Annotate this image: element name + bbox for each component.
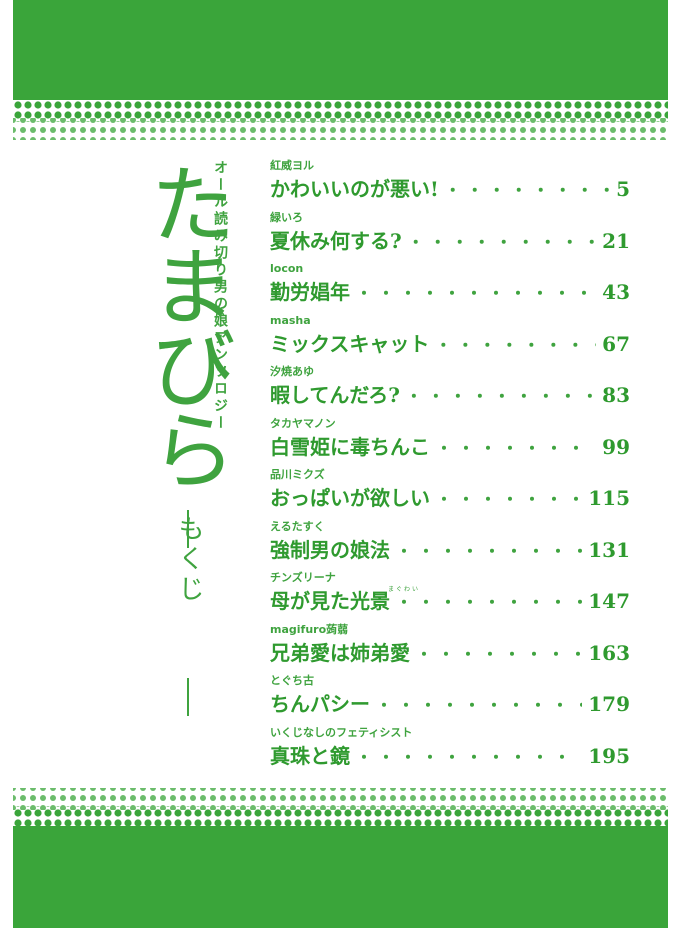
toc-title: 夏休み何する?	[270, 228, 402, 253]
toc-title: 勤労娼年	[270, 280, 350, 304]
dot-leader: ・・・・・・・・・・・・・・・	[405, 387, 596, 406]
table-of-contents: 紅威ヨル かわいいのが悪い! ・・・・・・・・・・・・・・・ 5 緑いろ 夏休み何す…	[270, 158, 630, 776]
divider-bottom	[187, 678, 189, 716]
toc-title: 強制男の娘法	[270, 537, 390, 562]
toc-ruby: まぐわい	[388, 586, 421, 593]
toc-entry[interactable]: 品川ミクズ おっぱいが欲しい・・・・・・・・・・・・・・・ 115	[270, 467, 630, 519]
toc-entry[interactable]: 緑いろ 夏休み何する?・・・・・・・・・・・・・・・ 21	[270, 210, 630, 262]
toc-page-number: 131	[588, 537, 630, 562]
dot-leader: ・・・・・・・・・・・・・・・	[436, 490, 583, 509]
toc-author: タカヤマノン	[270, 416, 336, 430]
toc-author: locon	[270, 262, 304, 275]
toc-author: いくじなしのフェティシスト	[270, 725, 413, 739]
toc-page-number: 99	[602, 434, 630, 459]
toc-entry[interactable]: タカヤマノン 白雪姫に毒ちんこ・・・・・・・・・・・・・・・ 99	[270, 416, 630, 468]
toc-page-number: 163	[588, 640, 630, 665]
dot-leader: ・・・・・・・・・・・・・・・	[376, 696, 582, 715]
toc-title: 白雪姫に毒ちんこ	[270, 434, 430, 459]
dot-leader: ・・・・・・・・・・・・・・・	[396, 541, 582, 561]
toc-entry[interactable]: えるたすく 強制男の娘法・・・・・・・・・・・・・・・ 131	[270, 519, 630, 571]
bottom-green-band	[13, 826, 668, 928]
toc-page-number: 179	[588, 692, 630, 716]
toc-author: magifuro蒟蒻	[270, 622, 349, 636]
toc-title: ちんパシー	[270, 692, 370, 716]
dot-leader: ・・・・・・・・・・・・・・・	[407, 232, 596, 252]
toc-title: 暇してんだろ?	[270, 383, 400, 407]
toc-title: ミックスキャット	[270, 331, 430, 356]
toc-entry[interactable]: masha ミックスキャット・・・・・・・・・・・・・・・ 67	[270, 313, 630, 365]
toc-author: 緑いろ	[270, 210, 303, 224]
top-halftone-pattern	[13, 100, 668, 140]
top-green-band	[13, 0, 668, 100]
toc-author: とぐち古	[270, 674, 314, 687]
toc-author: 品川ミクズ	[270, 468, 325, 481]
toc-author: えるたすく	[270, 519, 325, 533]
toc-entry[interactable]: とぐち古 ちんパシー・・・・・・・・・・・・・・・ 179	[270, 673, 630, 725]
toc-entry[interactable]: 汐焼あゆ 暇してんだろ? ・・・・・・・・・・・・・・・ 83	[270, 364, 630, 416]
toc-page-number: 43	[602, 280, 630, 304]
toc-author: 汐焼あゆ	[270, 365, 314, 378]
dot-leader: ・・・・・・・・・・・・・・・	[396, 593, 582, 612]
dot-leader: ・・・・・・・・・・・・・・・	[356, 284, 597, 303]
toc-page-number: 115	[588, 486, 630, 510]
toc-entry[interactable]: magifuro蒟蒻 兄弟愛は姉弟愛・・・・・・・・・・・・・・・ 163	[270, 622, 630, 674]
toc-title: おっぱいが欲しい	[270, 486, 430, 510]
dot-leader: ・・・・・・・・・・・・・・・	[444, 181, 610, 200]
dot-leader: ・・・・・・・・・・・・・・・	[435, 335, 596, 355]
dot-leader: ・・・・・・・・・・・・・・・	[436, 438, 596, 458]
toc-page-number: 147	[588, 589, 630, 613]
toc-title: 真珠と鏡	[270, 743, 350, 768]
toc-entry[interactable]: いくじなしのフェティシスト 真珠と鏡・・・・・・・・・・・・・・・ 195	[270, 725, 630, 777]
toc-page-number: 195	[588, 743, 630, 768]
toc-author: 紅威ヨル	[270, 159, 314, 172]
toc-entry[interactable]: チンズリーナ まぐわい 母が見た光景・・・・・・・・・・・・・・・ 147	[270, 570, 630, 622]
toc-author: masha	[270, 313, 311, 327]
toc-page-number: 21	[602, 228, 630, 253]
toc-title: かわいいのが悪い!	[270, 177, 439, 201]
book-title: たまびら	[135, 160, 235, 488]
toc-page-number: 83	[602, 383, 630, 407]
dot-leader: ・・・・・・・・・・・・・・・	[356, 747, 582, 767]
toc-author: チンズリーナ	[270, 571, 336, 584]
bottom-halftone-pattern	[13, 788, 668, 828]
toc-title: 兄弟愛は姉弟愛	[270, 640, 410, 665]
toc-page-number: 5	[616, 177, 630, 201]
toc-page-number: 67	[602, 331, 630, 356]
contents-label: もくじ	[174, 515, 204, 605]
toc-entry[interactable]: locon 勤労娼年・・・・・・・・・・・・・・・ 43	[270, 261, 630, 313]
toc-entry[interactable]: 紅威ヨル かわいいのが悪い! ・・・・・・・・・・・・・・・ 5	[270, 158, 630, 210]
toc-title: 母が見た光景	[270, 589, 390, 613]
dot-leader: ・・・・・・・・・・・・・・・	[416, 644, 582, 664]
